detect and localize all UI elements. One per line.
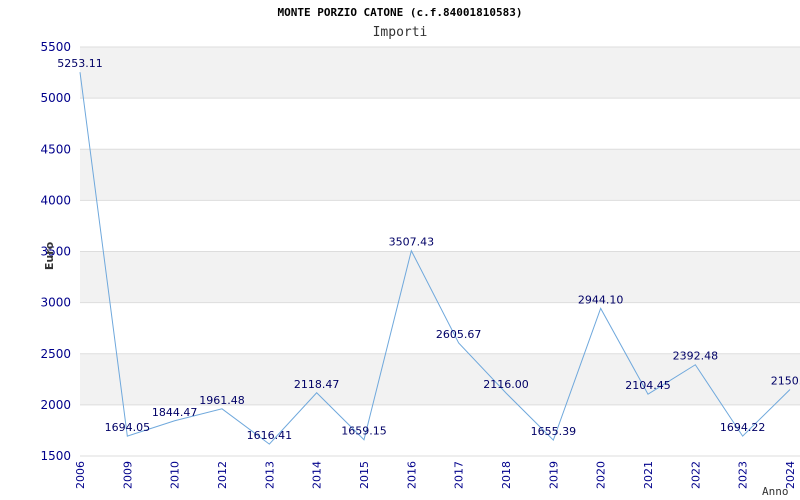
data-label: 2605.67 <box>436 328 482 341</box>
data-label: 2116.00 <box>483 378 529 391</box>
x-tick-label: 2023 <box>737 461 750 489</box>
x-tick-label: 2017 <box>453 461 466 489</box>
x-tick-label: 2012 <box>216 461 229 489</box>
y-tick-label: 3000 <box>40 296 71 310</box>
y-tick-label: 5000 <box>40 91 71 105</box>
grid-band <box>80 47 800 99</box>
x-tick-label: 2009 <box>121 461 134 489</box>
y-tick-label: 5500 <box>40 40 71 54</box>
x-tick-label: 2022 <box>689 461 702 489</box>
data-label: 1961.48 <box>199 394 245 407</box>
x-tick-label: 2006 <box>74 461 87 489</box>
x-tick-label: 2010 <box>169 461 182 489</box>
line-chart: 150020002500300035004000450050005500 200… <box>40 40 800 498</box>
data-label: 2944.10 <box>578 293 624 306</box>
x-tick-label: 2015 <box>358 461 371 489</box>
data-label: 2150.4 <box>771 374 800 387</box>
x-tick-label: 2016 <box>405 461 418 489</box>
data-label: 2118.47 <box>294 378 340 391</box>
y-tick-label: 2000 <box>40 398 71 412</box>
x-tick-label: 2021 <box>642 461 655 489</box>
data-label: 1694.05 <box>105 421 151 434</box>
y-axis-label: Euro <box>43 241 56 270</box>
data-label: 2392.48 <box>673 350 719 363</box>
y-tick-label: 1500 <box>40 449 71 463</box>
data-label: 1694.22 <box>720 421 766 434</box>
x-axis-label: Anno <box>762 485 789 498</box>
x-tick-label: 2018 <box>500 461 513 489</box>
x-axis-ticks: 2006 2009 2010 2012 2013 2014 2015 2016 2017 2018… <box>74 461 797 489</box>
data-label: 1844.47 <box>152 406 198 419</box>
x-tick-label: 2020 <box>595 461 608 489</box>
x-tick-label: 2013 <box>263 461 276 489</box>
data-label: 2104.45 <box>625 379 671 392</box>
data-label: 3507.43 <box>389 236 435 249</box>
grid-band <box>80 251 800 303</box>
data-label: 1659.15 <box>341 425 387 438</box>
grid-band <box>80 149 800 201</box>
y-tick-label: 2500 <box>40 347 71 361</box>
data-label: 1616.41 <box>247 429 293 442</box>
x-tick-label: 2019 <box>547 461 560 489</box>
data-label: 5253.11 <box>57 57 103 70</box>
data-label: 1655.39 <box>531 425 577 438</box>
y-tick-label: 4000 <box>40 193 71 207</box>
x-tick-label: 2014 <box>311 461 324 489</box>
y-tick-label: 4500 <box>40 142 71 156</box>
